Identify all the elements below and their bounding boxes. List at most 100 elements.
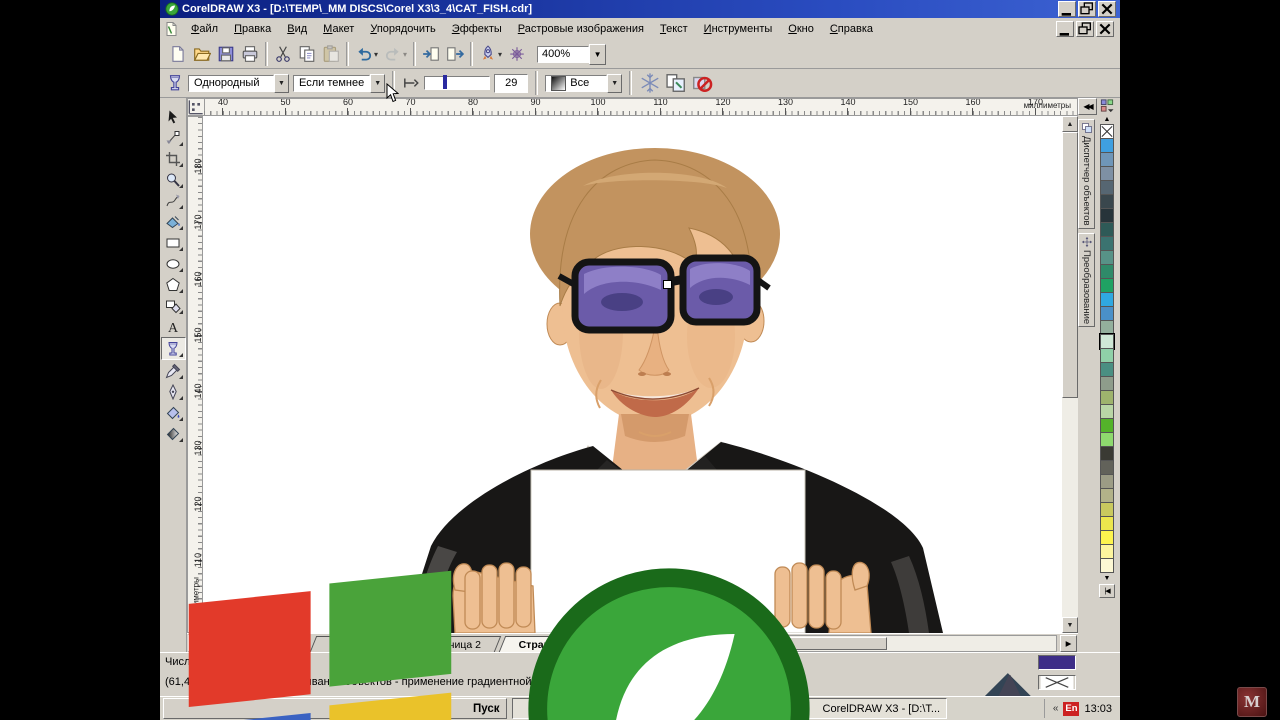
basic-shapes-tool[interactable] [162, 295, 185, 316]
menu-item-2[interactable]: Правка [226, 21, 279, 37]
menu-item-6[interactable]: Эффекты [444, 21, 510, 37]
vertical-ruler[interactable]: миллиметры 180170160150140130120110 [187, 116, 203, 633]
doc-close-button[interactable] [1096, 21, 1114, 37]
no-color-swatch[interactable] [1100, 124, 1114, 139]
docker-tab-2[interactable]: Преобразование [1078, 233, 1095, 327]
color-swatch[interactable] [1100, 334, 1114, 349]
copy-transparency-button[interactable] [665, 72, 687, 94]
rectangle-tool[interactable] [162, 232, 185, 253]
palette-expand-button[interactable]: |◀ [1099, 584, 1115, 598]
docker-tab-1[interactable]: Диспетчер объектов [1078, 119, 1095, 229]
transparency-target-field[interactable]: Все [545, 75, 607, 92]
cut-button[interactable] [272, 43, 294, 65]
color-swatch[interactable] [1100, 502, 1114, 517]
dropdown-arrow-icon[interactable]: ▼ [370, 74, 385, 93]
transparency-type-value[interactable]: Однородный [188, 75, 274, 92]
menu-item-11[interactable]: Справка [822, 21, 881, 37]
color-swatch[interactable] [1100, 166, 1114, 181]
smart-fill-tool[interactable] [162, 211, 185, 232]
color-swatch[interactable] [1100, 516, 1114, 531]
open-button[interactable] [191, 43, 213, 65]
freeze-transparency-button[interactable] [639, 72, 661, 94]
color-swatch[interactable] [1100, 292, 1114, 307]
color-swatch[interactable] [1100, 530, 1114, 545]
color-swatch[interactable] [1100, 278, 1114, 293]
scroll-down-button[interactable]: ▼ [1062, 617, 1078, 633]
menu-item-10[interactable]: Окно [780, 21, 822, 37]
color-swatch[interactable] [1100, 306, 1114, 321]
pick-tool[interactable] [162, 106, 185, 127]
undo-button[interactable]: ▾ [353, 43, 380, 65]
zoom-level-combo[interactable]: 400% ▼ [537, 45, 606, 64]
dropdown-arrow-icon[interactable]: ▾ [498, 50, 502, 59]
restore-button[interactable] [1078, 1, 1096, 17]
dropdown-arrow-icon[interactable]: ▼ [274, 74, 289, 93]
language-indicator[interactable]: En [1063, 702, 1079, 716]
copy-button[interactable] [296, 43, 318, 65]
zoom-dropdown-arrow-icon[interactable]: ▼ [589, 44, 606, 65]
color-swatch[interactable] [1100, 544, 1114, 559]
shape-tool[interactable] [162, 127, 185, 148]
artwork-man-with-sunglasses[interactable] [203, 116, 1062, 633]
text-tool[interactable]: A [162, 316, 185, 337]
doc-minimize-button[interactable] [1056, 21, 1074, 37]
close-button[interactable] [1098, 1, 1116, 17]
menu-item-7[interactable]: Растровые изображения [510, 21, 652, 37]
application-launcher-button[interactable]: ▾ [477, 43, 504, 65]
interactive-fill-tool[interactable] [162, 423, 185, 444]
ruler-origin-button[interactable] [188, 99, 205, 115]
title-bar[interactable]: CorelDRAW X3 - [D:\TEMP\_MM DISCS\Corel … [160, 0, 1120, 18]
start-button[interactable]: Пуск [163, 698, 507, 719]
menu-item-4[interactable]: Макет [315, 21, 362, 37]
color-swatch[interactable] [1100, 138, 1114, 153]
color-swatch[interactable] [1100, 376, 1114, 391]
palette-scroll-down-button[interactable]: ▼ [1100, 573, 1114, 584]
dropdown-arrow-icon[interactable]: ▾ [403, 50, 407, 59]
color-swatch[interactable] [1100, 152, 1114, 167]
color-swatch[interactable] [1100, 194, 1114, 209]
document-icon[interactable] [163, 21, 179, 37]
ellipse-tool[interactable] [162, 253, 185, 274]
taskbar-item-coreldraw[interactable]: CorelDRAW X3 - [D:\T... [512, 698, 948, 719]
palette-menu-button[interactable] [1099, 98, 1115, 113]
minimize-button[interactable] [1058, 1, 1076, 17]
interactive-transparency-tool[interactable] [161, 337, 186, 360]
color-swatch[interactable] [1100, 208, 1114, 223]
dropdown-arrow-icon[interactable]: ▼ [607, 74, 622, 93]
eyedropper-tool[interactable] [162, 360, 185, 381]
hscroll-right-button[interactable]: ▶ [1060, 635, 1077, 652]
color-swatch[interactable] [1100, 474, 1114, 489]
color-swatch[interactable] [1100, 418, 1114, 433]
color-swatch[interactable] [1100, 348, 1114, 363]
menu-item-1[interactable]: Файл [183, 21, 226, 37]
color-swatch[interactable] [1100, 404, 1114, 419]
transparency-value-field[interactable]: 29 [494, 74, 528, 93]
corel-online-button[interactable] [506, 43, 528, 65]
drawing-canvas[interactable] [203, 116, 1062, 633]
outline-tool[interactable] [162, 381, 185, 402]
color-swatch[interactable] [1100, 488, 1114, 503]
docker-collapse-button[interactable]: ◀◀ [1078, 98, 1097, 115]
color-swatch[interactable] [1100, 180, 1114, 195]
new-button[interactable] [167, 43, 189, 65]
horizontal-ruler[interactable]: миллиметры 40506070809010011012013014015… [187, 98, 1078, 116]
color-swatch[interactable] [1100, 320, 1114, 335]
color-swatch[interactable] [1100, 446, 1114, 461]
transparency-target-combo[interactable]: Все ▼ [545, 74, 622, 93]
dropdown-arrow-icon[interactable]: ▾ [374, 50, 378, 59]
color-swatch[interactable] [1100, 362, 1114, 377]
crop-tool[interactable] [162, 148, 185, 169]
polygon-tool[interactable] [162, 274, 185, 295]
zoom-tool[interactable] [162, 169, 185, 190]
zoom-level-value[interactable]: 400% [537, 46, 589, 63]
transparency-operation-combo[interactable]: Если темнее ▼ [293, 74, 385, 93]
transparency-slider[interactable] [424, 76, 490, 90]
print-button[interactable] [239, 43, 261, 65]
import-button[interactable] [420, 43, 442, 65]
tray-collapse-chevron[interactable]: « [1053, 703, 1059, 714]
save-button[interactable] [215, 43, 237, 65]
transparency-type-combo[interactable]: Однородный ▼ [188, 74, 289, 93]
menu-item-5[interactable]: Упорядочить [362, 21, 443, 37]
scroll-up-button[interactable]: ▲ [1062, 116, 1078, 132]
menu-item-9[interactable]: Инструменты [696, 21, 781, 37]
